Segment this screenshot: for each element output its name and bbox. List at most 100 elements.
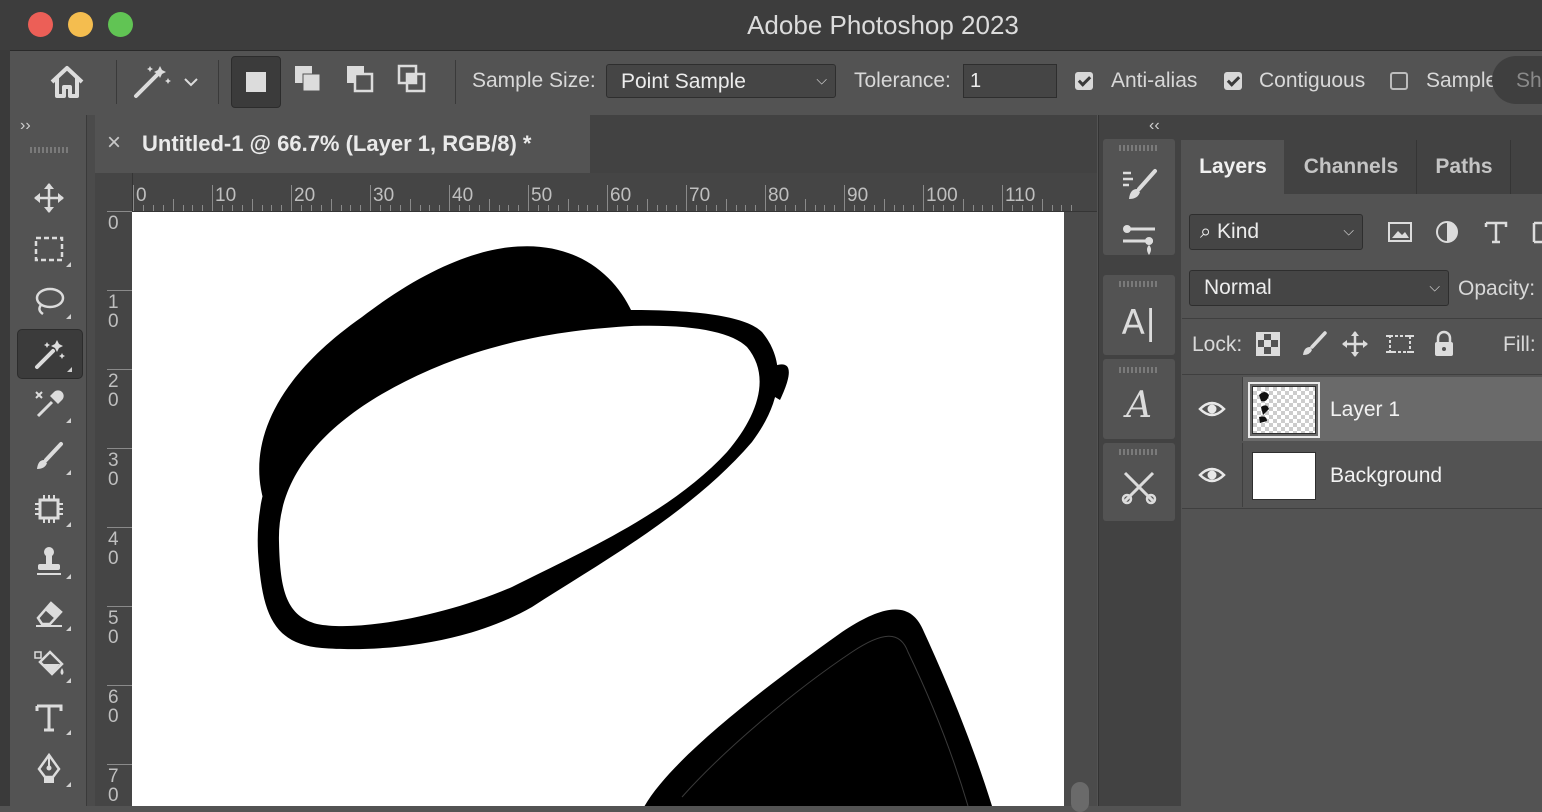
ruler-minor-tick bbox=[715, 205, 717, 211]
vertical-scrollbar[interactable] bbox=[1064, 212, 1097, 812]
layer-row-background[interactable]: Background bbox=[1182, 443, 1542, 507]
brushes-button[interactable] bbox=[1117, 217, 1161, 261]
lock-transparent-pixels-button[interactable] bbox=[1256, 332, 1280, 356]
close-tab-icon[interactable]: × bbox=[107, 129, 121, 157]
tab-paths[interactable]: Paths bbox=[1418, 140, 1511, 194]
ruler-minor-tick bbox=[626, 205, 628, 211]
subtract-selection-icon bbox=[347, 66, 374, 93]
character-panel-button[interactable]: A| bbox=[1117, 301, 1161, 345]
ruler-tick bbox=[107, 369, 132, 370]
tool-preset-picker[interactable] bbox=[130, 60, 205, 104]
brush-settings-button[interactable] bbox=[1117, 163, 1161, 207]
ruler-tick bbox=[1002, 185, 1003, 211]
filter-adjustment-layers-button[interactable] bbox=[1434, 218, 1462, 246]
adjustment-icon bbox=[1436, 221, 1458, 243]
ruler-minor-tick bbox=[656, 205, 658, 211]
brush-tool[interactable] bbox=[17, 433, 81, 481]
ruler-label: 10 bbox=[215, 185, 237, 206]
ruler-tick bbox=[107, 290, 132, 291]
lock-image-pixels-button[interactable] bbox=[1300, 330, 1328, 358]
ruler-label: 100 bbox=[926, 185, 958, 206]
intersect-selection-button[interactable] bbox=[392, 59, 432, 99]
new-selection-button[interactable] bbox=[231, 56, 281, 108]
move-icon bbox=[1342, 331, 1368, 357]
ruler-label: 110 bbox=[1005, 185, 1036, 206]
tab-layers[interactable]: Layers bbox=[1182, 140, 1284, 194]
layer-filter-value: Kind bbox=[1217, 220, 1260, 243]
ruler-minor-tick bbox=[646, 199, 648, 211]
magic-wand-tool[interactable] bbox=[17, 329, 83, 379]
document-tab[interactable]: × Untitled-1 @ 66.7% (Layer 1, RGB/8) * bbox=[95, 115, 590, 173]
move-tool[interactable] bbox=[17, 174, 81, 222]
ruler-label: 30 bbox=[108, 450, 119, 490]
ruler-tick bbox=[107, 606, 132, 607]
magic-wand-preset-icon bbox=[134, 66, 198, 98]
ruler-minor-tick bbox=[231, 205, 233, 211]
select-subject-button[interactable]: Sh bbox=[1492, 56, 1542, 104]
chevron-down-icon: ⌵ bbox=[1343, 222, 1354, 239]
rectangular-marquee-tool[interactable] bbox=[17, 225, 81, 273]
canvas[interactable] bbox=[132, 212, 1064, 806]
ruler-tick bbox=[133, 185, 134, 211]
lasso-tool[interactable] bbox=[17, 277, 81, 325]
lock-position-button[interactable] bbox=[1341, 330, 1369, 358]
new-selection-icon bbox=[246, 72, 266, 92]
tab-channels[interactable]: Channels bbox=[1286, 140, 1417, 194]
blend-mode-dropdown[interactable]: Normal ⌵ bbox=[1189, 270, 1449, 306]
expand-panels-icon[interactable]: ›› bbox=[20, 117, 31, 135]
visibility-eye-icon[interactable] bbox=[1198, 463, 1226, 487]
tolerance-input[interactable] bbox=[963, 64, 1057, 98]
add-to-selection-button[interactable] bbox=[288, 59, 328, 99]
ruler-minor-tick bbox=[271, 205, 273, 211]
ruler-tick bbox=[107, 448, 132, 449]
ruler-label: 90 bbox=[847, 185, 869, 206]
home-icon bbox=[50, 66, 84, 98]
ruler-label: 0 bbox=[136, 185, 147, 206]
ruler-minor-tick bbox=[547, 205, 549, 211]
ruler-origin[interactable] bbox=[95, 173, 133, 211]
filter-type-layers-button[interactable] bbox=[1482, 218, 1510, 246]
ruler-minor-tick bbox=[705, 205, 707, 211]
clone-stamp-tool[interactable] bbox=[17, 537, 81, 585]
ruler-label: 40 bbox=[452, 185, 474, 206]
paint-bucket-tool[interactable] bbox=[17, 641, 81, 689]
ruler-minor-tick bbox=[814, 205, 816, 211]
sample-size-dropdown[interactable]: Point Sample ⌵ bbox=[606, 64, 836, 98]
visibility-eye-icon[interactable] bbox=[1198, 397, 1226, 421]
glyphs-panel-button[interactable]: A bbox=[1117, 383, 1161, 427]
layer-thumbnail bbox=[1252, 452, 1316, 500]
filter-shape-layers-button[interactable] bbox=[1530, 218, 1542, 246]
home-button[interactable] bbox=[47, 62, 87, 102]
layer-filter-dropdown[interactable]: ⌕ Kind ⌵ bbox=[1189, 214, 1363, 250]
lock-all-button[interactable] bbox=[1432, 330, 1456, 358]
pen-tool[interactable] bbox=[17, 745, 81, 793]
lock-artboard-button[interactable] bbox=[1385, 330, 1415, 358]
type-tool[interactable] bbox=[17, 693, 81, 741]
anti-alias-checkbox[interactable] bbox=[1075, 72, 1093, 90]
subtract-from-selection-button[interactable] bbox=[340, 59, 380, 99]
ruler-minor-tick bbox=[320, 205, 322, 211]
document-tab-title: Untitled-1 @ 66.7% (Layer 1, RGB/8) * bbox=[142, 131, 532, 156]
anti-alias-label: Anti-alias bbox=[1111, 69, 1198, 92]
scroll-thumb[interactable] bbox=[1071, 782, 1089, 812]
ruler-label: 60 bbox=[108, 687, 119, 727]
title-bar: Adobe Photoshop 2023 bbox=[0, 0, 1542, 50]
sample-all-layers-checkbox[interactable] bbox=[1390, 72, 1408, 90]
tool-presets-button[interactable] bbox=[1117, 465, 1161, 509]
ruler-minor-tick bbox=[172, 199, 174, 211]
eyedropper-tool[interactable] bbox=[17, 381, 81, 429]
contiguous-checkbox[interactable] bbox=[1224, 72, 1242, 90]
eraser-tool[interactable] bbox=[17, 589, 81, 637]
filter-pixel-layers-button[interactable] bbox=[1386, 218, 1414, 246]
ruler-tick bbox=[765, 185, 766, 211]
ruler-minor-tick bbox=[597, 205, 599, 211]
layer-row-layer-1[interactable]: Layer 1 bbox=[1182, 377, 1542, 441]
ruler-label: 0 bbox=[108, 213, 119, 234]
collapse-panels-icon[interactable]: ‹‹ bbox=[1149, 117, 1160, 135]
ruler-tick bbox=[212, 185, 213, 211]
layer-name: Layer 1 bbox=[1330, 398, 1401, 421]
ruler-minor-tick bbox=[873, 205, 875, 211]
frame-tool[interactable] bbox=[17, 485, 81, 533]
ruler-minor-tick bbox=[616, 205, 618, 211]
ruler-minor-tick bbox=[498, 205, 500, 211]
